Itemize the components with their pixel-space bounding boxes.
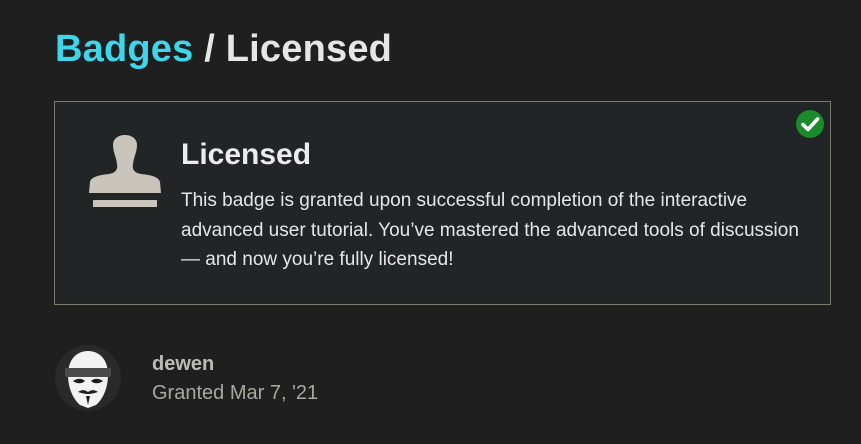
granted-prefix: Granted: [152, 382, 225, 404]
breadcrumb-current: Licensed: [225, 28, 393, 70]
breadcrumb-separator: /: [204, 28, 215, 70]
badge-grant-item: dewen Granted Mar 7, '21: [55, 345, 455, 421]
badge-name: Licensed: [181, 138, 312, 171]
stamp-icon: [89, 135, 161, 207]
page-title: Badges / Licensed: [55, 26, 392, 72]
granted-date: Mar 7, '21: [229, 382, 319, 404]
badge-description: This badge is granted upon successful co…: [181, 190, 799, 270]
check-circle-icon: [796, 110, 824, 138]
granted-date-text: Granted Mar 7, '21: [152, 380, 318, 406]
user-avatar[interactable]: [55, 345, 121, 411]
badge-card: Licensed This badge is granted upon succ…: [54, 101, 831, 305]
breadcrumb-badges-link[interactable]: Badges: [55, 28, 193, 70]
username-link[interactable]: dewen: [152, 351, 214, 377]
